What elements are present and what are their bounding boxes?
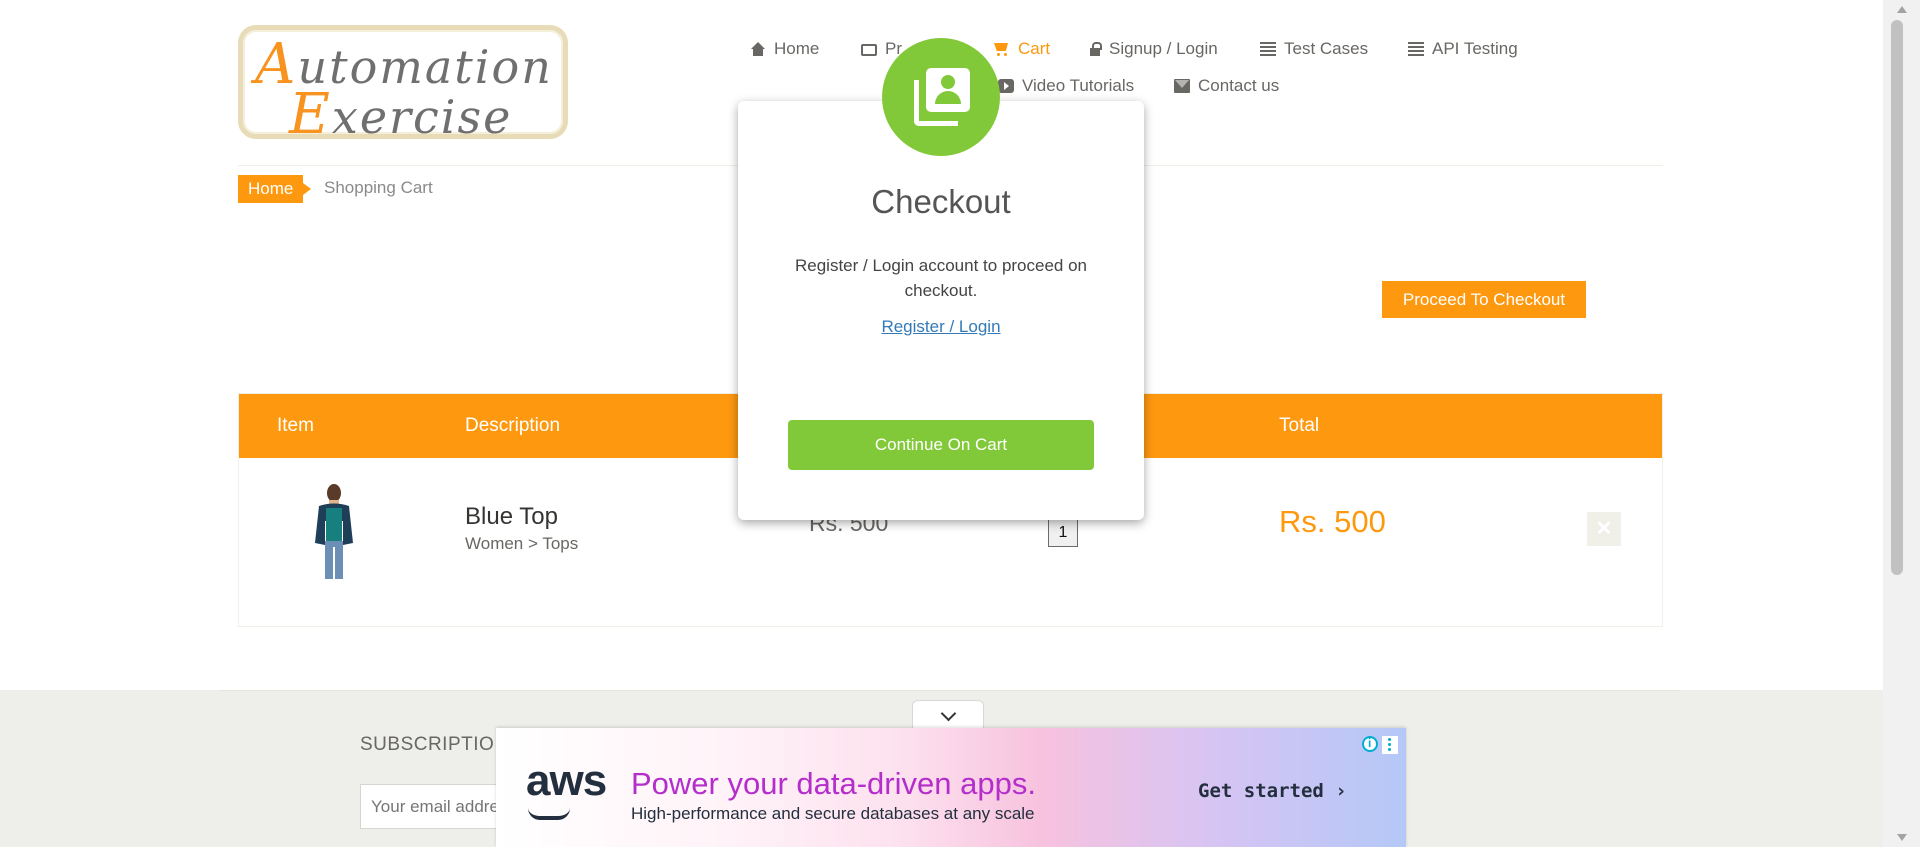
ad-headline: Power your data-driven apps. <box>631 766 1036 801</box>
ad-more-icon[interactable] <box>1382 736 1398 754</box>
lock-icon <box>1089 42 1102 56</box>
breadcrumb-current: Shopping Cart <box>324 178 433 197</box>
home-icon <box>750 42 766 56</box>
breadcrumb-home[interactable]: Home <box>238 175 312 203</box>
cart-icon <box>994 42 1010 56</box>
scroll-up-arrow-icon[interactable] <box>1897 6 1907 13</box>
modal-title: Checkout <box>871 183 1011 220</box>
modal-message: Register / Login account to proceed on c… <box>794 256 1088 300</box>
list-icon <box>1408 42 1424 56</box>
product-category: Women > Tops <box>465 534 579 553</box>
close-icon: ✕ <box>1595 518 1613 540</box>
aws-smile-icon <box>528 808 570 820</box>
list-icon <box>1260 42 1276 56</box>
briefcase-icon <box>861 44 877 56</box>
nav-api-testing[interactable]: API Testing <box>1408 39 1518 59</box>
continue-on-cart-button[interactable]: Continue On Cart <box>788 420 1094 470</box>
ad-subline: High-performance and secure databases at… <box>631 804 1035 823</box>
nav-test-cases[interactable]: Test Cases <box>1260 39 1368 59</box>
product-quantity: 1 <box>1048 518 1078 547</box>
ad-cta-button[interactable]: Get started › <box>1198 780 1347 802</box>
youtube-icon <box>998 79 1014 93</box>
column-header-total: Total <box>1279 415 1320 436</box>
ad-collapse-toggle[interactable] <box>912 700 984 730</box>
nav-cart[interactable]: Cart <box>994 39 1050 59</box>
ad-logo: aws <box>526 756 607 805</box>
proceed-to-checkout-button[interactable]: Proceed To Checkout <box>1382 281 1586 318</box>
footer-divider <box>220 690 1680 691</box>
nav-products[interactable]: Pr <box>861 39 902 59</box>
modal-icon-badge <box>882 38 1000 156</box>
page-scrollbar[interactable] <box>1883 0 1920 847</box>
envelope-icon <box>1174 79 1190 93</box>
contact-book-icon <box>914 68 970 126</box>
subscription-title: SUBSCRIPTIO <box>360 734 495 755</box>
column-header-item: Item <box>277 415 314 436</box>
product-name[interactable]: Blue Top <box>465 503 558 531</box>
scroll-down-arrow-icon[interactable] <box>1897 834 1907 841</box>
delete-item-button[interactable]: ✕ <box>1587 512 1621 546</box>
nav-video-tutorials[interactable]: Video Tutorials <box>998 76 1134 96</box>
nav-contact-us[interactable]: Contact us <box>1174 76 1279 96</box>
scrollbar-thumb[interactable] <box>1891 20 1903 575</box>
product-image[interactable] <box>309 481 359 581</box>
register-login-link[interactable]: Register / Login <box>738 317 1144 337</box>
logo-line-2: Exercise <box>289 82 513 147</box>
column-header-description: Description <box>465 415 561 436</box>
site-logo[interactable]: Automation Exercise <box>238 25 568 147</box>
product-total: Rs. 500 <box>1279 504 1386 539</box>
checkout-modal: Checkout Register / Login account to pro… <box>738 38 1144 520</box>
ad-info-icon[interactable] <box>1362 736 1378 752</box>
ad-banner[interactable]: aws Power your data-driven apps. High-pe… <box>496 728 1406 847</box>
nav-home[interactable]: Home <box>750 39 819 59</box>
nav-signup-login[interactable]: Signup / Login <box>1089 39 1218 59</box>
